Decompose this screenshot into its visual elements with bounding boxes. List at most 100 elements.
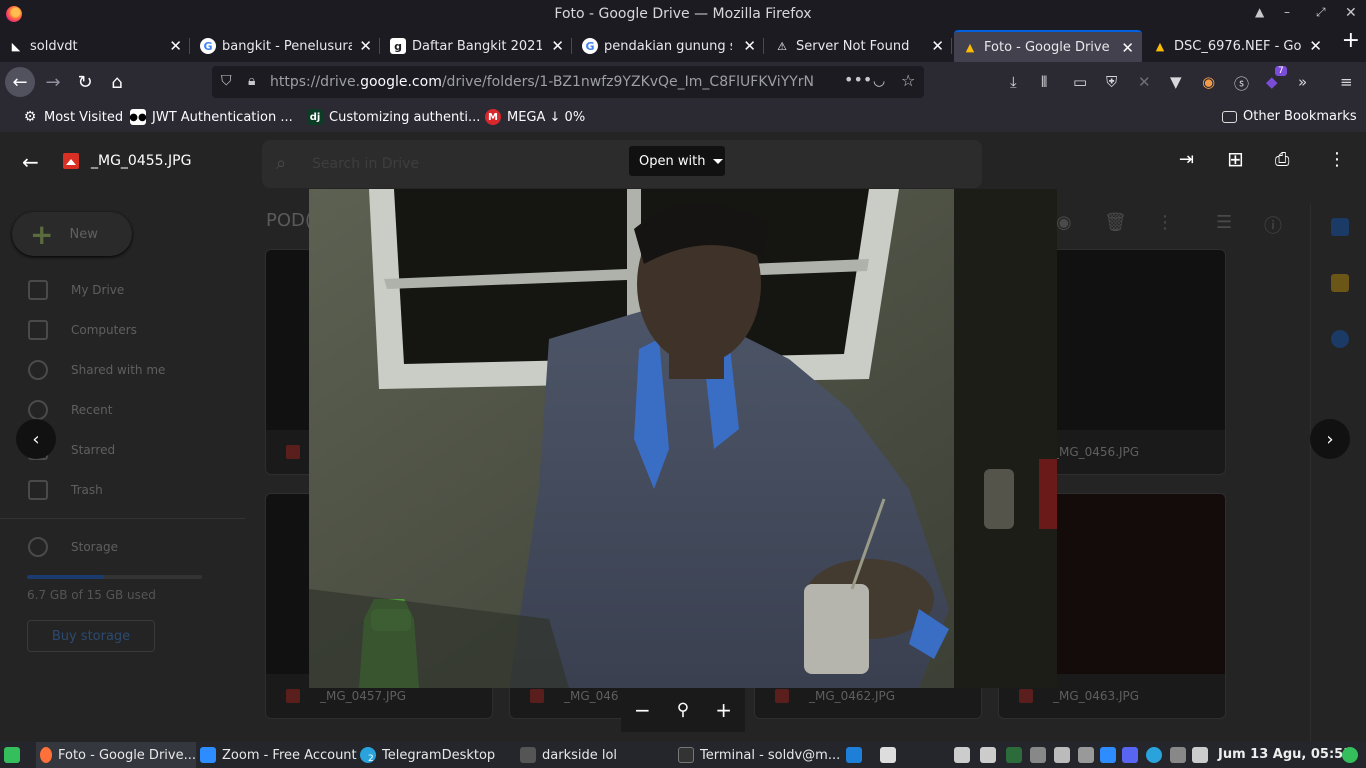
forward-button[interactable]: →	[38, 67, 68, 97]
ublock-icon[interactable]: ⛨	[1106, 73, 1117, 91]
folder-title: POD(	[266, 210, 312, 231]
bookmark-star-icon[interactable]: ☆	[901, 71, 915, 90]
downloads-icon[interactable]: ⤓	[1010, 73, 1017, 91]
more-actions-icon[interactable]: ⋮	[1328, 149, 1346, 170]
bangkit-favicon-icon: g	[390, 38, 406, 54]
zoom-out-button[interactable]: −	[634, 698, 651, 722]
bookmarks-toolbar: ⚙ Most Visited ●● JWT Authentication ...…	[0, 102, 1366, 132]
clock[interactable]: Jum 13 Agu, 05:55	[1218, 747, 1352, 762]
reload-button[interactable]: ↻	[70, 67, 100, 97]
viewer-toolbar: ← _MG_0455.JPG Open with ⇥ ⊞ ⎙ ⋮	[0, 132, 1366, 190]
volume-tray-icon[interactable]	[1192, 747, 1208, 763]
warning-icon: ⚠	[777, 39, 787, 53]
close-tab-icon[interactable]: ✕	[1309, 37, 1322, 55]
taskbar-item-folder[interactable]: darkside lol	[520, 742, 617, 768]
extension-x-icon[interactable]: ✕	[1138, 73, 1151, 91]
tab-foto-google-drive[interactable]: ▲ Foto - Google Drive ✕	[954, 30, 1142, 62]
page-actions-icon[interactable]: •••	[844, 70, 872, 89]
extension-owl-icon[interactable]: ◉	[1202, 73, 1215, 91]
lock-icon[interactable]: 🔒︎	[248, 73, 255, 89]
shield-icon[interactable]: ⛉	[221, 73, 232, 89]
app-menu-button[interactable]	[4, 742, 26, 768]
google-icon: G	[200, 38, 216, 54]
minimize-button[interactable]: –	[1284, 5, 1290, 19]
eye-icon: ◉	[1056, 212, 1072, 233]
next-image-button[interactable]: ›	[1310, 419, 1350, 459]
tab-daftar-bangkit[interactable]: g Daftar Bangkit 2021 ✕	[382, 30, 572, 62]
buy-storage-button: Buy storage	[27, 620, 155, 652]
tab-label: Server Not Found	[796, 38, 910, 54]
bluetooth-tray-icon[interactable]	[1170, 747, 1186, 763]
update-tray-icon[interactable]	[1342, 747, 1358, 763]
shield-tray-icon[interactable]	[1078, 747, 1094, 763]
firefox-icon	[40, 747, 52, 763]
bookmark-django[interactable]: dj Customizing authenti...	[307, 109, 480, 125]
telegram-tray-icon[interactable]	[1146, 747, 1162, 763]
add-to-drive-icon[interactable]: ⇥	[1179, 149, 1194, 170]
workspace-1-icon[interactable]	[846, 747, 862, 763]
url-text[interactable]: https://drive.google.com/drive/folders/1…	[270, 74, 814, 90]
zoom-in-button[interactable]: +	[715, 698, 732, 722]
folder-icon	[520, 747, 536, 763]
hamburger-menu-icon[interactable]: ≡	[1340, 73, 1353, 91]
bookmark-jwt[interactable]: ●● JWT Authentication ...	[129, 109, 293, 125]
notes-tray-icon[interactable]	[980, 747, 996, 763]
tab-dsc-nef[interactable]: ▲ DSC_6976.NEF - Goo ✕	[1144, 30, 1330, 62]
zoom-tray-icon[interactable]	[1100, 747, 1116, 763]
add-comment-icon[interactable]: ⊞	[1227, 147, 1244, 171]
close-tab-icon[interactable]: ✕	[931, 37, 944, 55]
bookmark-label: Customizing authenti...	[329, 109, 481, 125]
url-bar[interactable]: ⛉ 🔒︎ https://drive.google.com/drive/fold…	[212, 66, 924, 98]
bookmark-most-visited[interactable]: ⚙ Most Visited	[22, 109, 123, 125]
terminal-tray-icon[interactable]	[954, 747, 970, 763]
tab-label: Daftar Bangkit 2021	[412, 38, 542, 54]
list-view-icon: ☰	[1216, 212, 1233, 233]
home-button[interactable]: ⌂	[102, 67, 132, 97]
extension-v-icon[interactable]: ▼	[1170, 73, 1182, 91]
tab-server-not-found[interactable]: ⚠ Server Not Found ✕	[766, 30, 952, 62]
taskbar-item-terminal[interactable]: Terminal - soldv@m...	[678, 742, 840, 768]
bookmark-mega[interactable]: M MEGA ↓ 0%	[485, 109, 585, 125]
tab-label: DSC_6976.NEF - Goo	[1174, 38, 1302, 54]
battery-tray-icon[interactable]	[1006, 747, 1022, 763]
close-tab-icon[interactable]: ✕	[551, 37, 564, 55]
taskbar-item-telegram[interactable]: TelegramDesktop	[360, 742, 495, 768]
maximize-button[interactable]: ⤢	[1316, 5, 1326, 20]
taskbar-item-zoom[interactable]: Zoom - Free Account	[200, 742, 357, 768]
django-icon: dj	[307, 109, 323, 125]
tab-pendakian[interactable]: G pendakian gunung s ✕	[574, 30, 764, 62]
workspace-2-icon[interactable]	[880, 747, 896, 763]
taskbar-item-firefox[interactable]: Foto - Google Drive...	[36, 742, 196, 768]
print-icon[interactable]: ⎙	[1275, 149, 1289, 170]
tab-soldvdt[interactable]: ◣ soldvdt ✕	[0, 30, 190, 62]
discord-tray-icon[interactable]	[1122, 747, 1138, 763]
close-tab-icon[interactable]: ✕	[169, 37, 182, 55]
storage-progress-fill	[27, 575, 104, 579]
zoom-reset-icon[interactable]: ⚲	[677, 700, 689, 720]
extension-s-icon[interactable]: ⓢ	[1234, 73, 1249, 94]
close-tab-icon[interactable]: ✕	[743, 37, 756, 55]
close-window-button[interactable]: ✕	[1345, 5, 1357, 21]
close-tab-icon[interactable]: ✕	[1121, 39, 1134, 57]
back-button[interactable]: ←	[5, 67, 35, 97]
keep-above-icon[interactable]: ▲	[1255, 5, 1264, 19]
pocket-icon[interactable]: ◡	[873, 73, 885, 89]
sidebar-item-storage: Storage	[28, 537, 118, 557]
side-panel	[1310, 204, 1366, 742]
tab-label: Foto - Google Drive	[984, 39, 1110, 55]
new-tab-button[interactable]: +	[1342, 28, 1360, 53]
more-tools-icon[interactable]: »	[1298, 73, 1307, 91]
bookmark-other[interactable]: Other Bookmarks	[1222, 109, 1357, 124]
clipboard-tray-icon[interactable]	[1030, 747, 1046, 763]
wifi-tray-icon[interactable]	[1054, 747, 1070, 763]
bookmark-label: JWT Authentication ...	[152, 109, 293, 125]
tab-bangkit-search[interactable]: G bangkit - Penelusuran ✕	[192, 30, 380, 62]
drive-new-button: + New	[12, 212, 132, 256]
previous-image-button[interactable]: ‹	[16, 419, 56, 459]
open-with-button[interactable]: Open with	[629, 146, 725, 176]
google-drive-icon: ▲	[1155, 39, 1165, 53]
viewer-back-button[interactable]: ←	[22, 150, 39, 174]
sidebar-icon[interactable]: ▭	[1073, 73, 1087, 91]
library-icon[interactable]: ⫴	[1041, 73, 1047, 91]
close-tab-icon[interactable]: ✕	[359, 37, 372, 55]
